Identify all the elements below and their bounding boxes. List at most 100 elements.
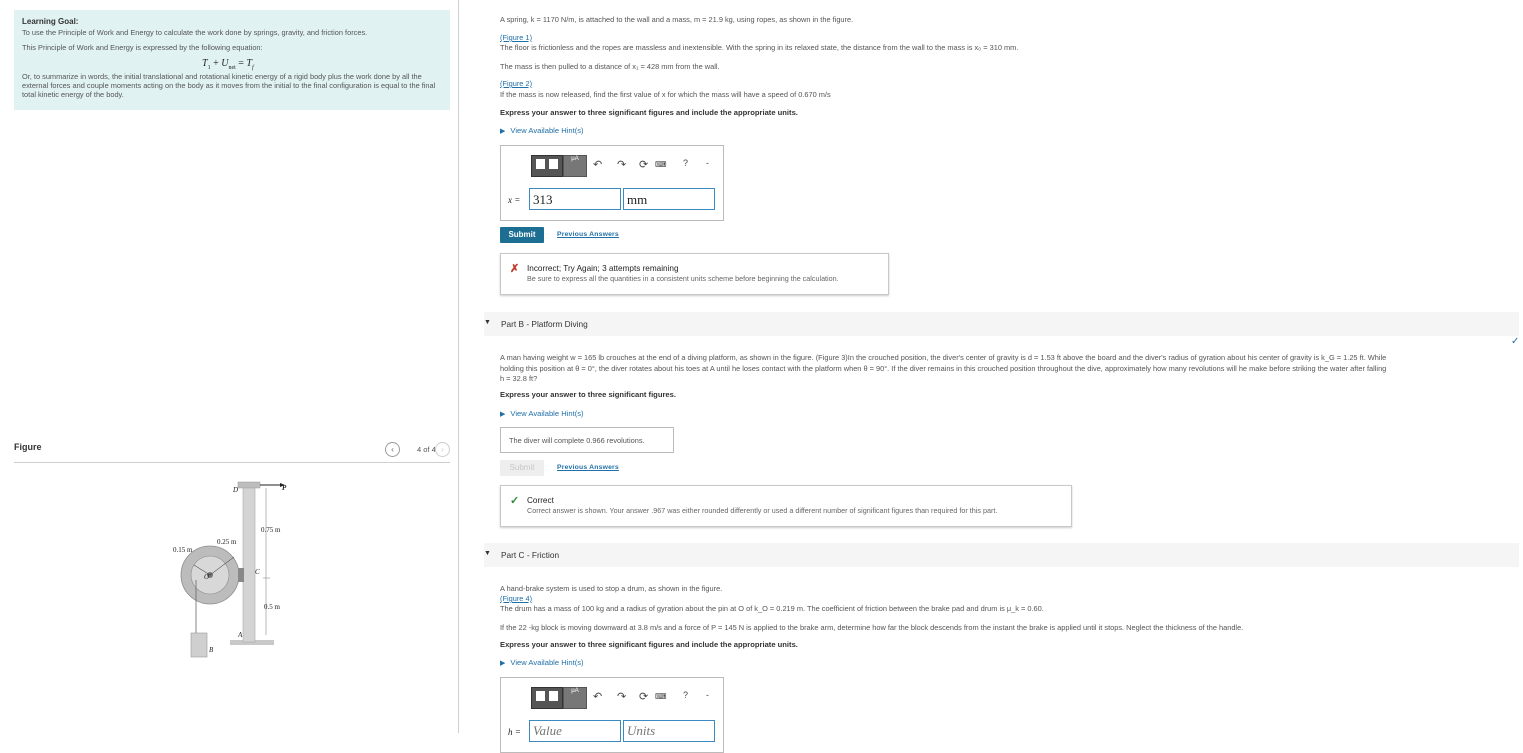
- part-a-text2: The floor is frictionless and the ropes …: [500, 43, 1019, 52]
- label-a: A: [237, 631, 243, 639]
- more-icon[interactable]: -: [706, 158, 709, 178]
- label-len1: 0.75 m: [261, 526, 281, 534]
- label-d: D: [232, 486, 238, 494]
- label-c: C: [255, 568, 260, 576]
- part-b-feedback: ✓ Correct Correct answer is shown. Your …: [500, 485, 1072, 527]
- templates-button[interactable]: [531, 155, 563, 177]
- brake-pad: [238, 568, 244, 582]
- part-a-feedback: ✗ Incorrect; Try Again; 3 attempts remai…: [500, 253, 889, 295]
- figure1-link[interactable]: (Figure 1): [500, 33, 532, 42]
- templates-button[interactable]: [531, 687, 563, 709]
- chevron-left-icon: ‹: [391, 445, 394, 454]
- part-c-var-label: h =: [508, 727, 521, 737]
- symbols-button[interactable]: μA: [563, 155, 587, 177]
- left-panel: Learning Goal: To use the Principle of W…: [0, 0, 459, 733]
- previous-figure-button[interactable]: ‹: [385, 442, 400, 457]
- brake-handle: [237, 481, 261, 489]
- part-a-text3: The mass is then pulled to a distance of…: [500, 62, 720, 71]
- learning-goal-line1: To use the Principle of Work and Energy …: [22, 28, 368, 37]
- more-icon[interactable]: -: [706, 690, 709, 710]
- next-figure-button[interactable]: ›: [435, 442, 450, 457]
- part-c-header[interactable]: ▼ Part C - Friction: [484, 543, 1519, 567]
- part-b-feedback-title: Correct: [527, 496, 554, 505]
- reset-icon[interactable]: ⟳: [639, 158, 648, 178]
- figure-label: Figure: [14, 442, 42, 452]
- part-a-feedback-title: Incorrect; Try Again; 3 attempts remaini…: [527, 264, 679, 273]
- part-a-feedback-text: Be sure to express all the quantities in…: [527, 274, 839, 283]
- label-p: P: [282, 484, 287, 492]
- caret-right-icon: ▶: [500, 128, 506, 135]
- label-o: O: [204, 573, 209, 581]
- part-a-instruction: Express your answer to three significant…: [500, 108, 798, 117]
- redo-icon[interactable]: ↷: [617, 158, 626, 178]
- part-a-submit-button[interactable]: Submit: [500, 227, 544, 243]
- hint-label: View Available Hint(s): [510, 126, 584, 135]
- part-c-text3: If the 22 -kg block is moving downward a…: [500, 623, 1244, 632]
- caret-down-icon: ▼: [484, 319, 491, 326]
- undo-icon[interactable]: ↶: [593, 690, 602, 710]
- keyboard-icon[interactable]: ⌨: [655, 160, 667, 180]
- part-a-text1: A spring, k = 1170 N/m, is attached to t…: [500, 15, 854, 24]
- hint-label: View Available Hint(s): [510, 409, 584, 418]
- learning-goal-summary: Or, to summarize in words, the initial t…: [22, 72, 436, 99]
- undo-icon[interactable]: ↶: [593, 158, 602, 178]
- part-b-text2: holding this position at θ = 0°, the div…: [500, 364, 1387, 373]
- brake-arm: [242, 483, 256, 643]
- part-c-text1: A hand-brake system is used to stop a dr…: [500, 584, 723, 593]
- learning-goal-box: Learning Goal: To use the Principle of W…: [14, 10, 450, 110]
- part-a-answer-box: μA ↶ ↷ ⟳ ⌨ ? - x = 313 mm: [500, 145, 724, 221]
- part-a-hint-toggle[interactable]: ▶ View Available Hint(s): [500, 126, 584, 135]
- part-c-units-input[interactable]: [623, 720, 715, 742]
- figure-header: Figure ‹ 4 of 4 ›: [14, 438, 450, 463]
- part-b-answer-box: The diver will complete 0.966 revolution…: [500, 427, 674, 453]
- part-c-answer-box: μA ↶ ↷ ⟳ ⌨ ? - h =: [500, 677, 724, 753]
- part-b-complete-check-icon: ✓: [1511, 336, 1520, 347]
- caret-right-icon: ▶: [500, 660, 506, 667]
- part-b-submit-button[interactable]: Submit: [500, 460, 544, 476]
- part-c-text2: The drum has a mass of 100 kg and a radi…: [500, 604, 1044, 613]
- redo-icon[interactable]: ↷: [617, 690, 626, 710]
- part-c-title: Part C - Friction: [501, 550, 560, 560]
- part-a-var-label: x =: [508, 195, 521, 205]
- brake-drum-figure: D P 0.75 m 0.25 m 0.15 m O C 0.5 m A B: [173, 481, 287, 658]
- learning-goal-line2: This Principle of Work and Energy is exp…: [22, 43, 263, 52]
- part-b-feedback-text: Correct answer is shown. Your answer .96…: [527, 506, 998, 515]
- label-b: B: [209, 646, 214, 654]
- part-a-previous-answers-link[interactable]: Previous Answers: [557, 231, 619, 238]
- part-a-units-input[interactable]: mm: [623, 188, 715, 210]
- caret-right-icon: ▶: [500, 411, 506, 418]
- part-b-header[interactable]: ▼ Part B - Platform Diving: [484, 312, 1519, 336]
- work-energy-equation: T1 + Unet = Tf: [202, 58, 254, 71]
- keyboard-icon[interactable]: ⌨: [655, 692, 667, 712]
- figure4-link[interactable]: (Figure 4): [500, 594, 532, 603]
- part-b-hint-toggle[interactable]: ▶ View Available Hint(s): [500, 409, 584, 418]
- label-len2: 0.5 m: [264, 603, 281, 611]
- caret-down-icon: ▼: [484, 550, 491, 557]
- part-b-text1: A man having weight w = 165 lb crouches …: [500, 353, 1387, 362]
- part-b-title: Part B - Platform Diving: [501, 319, 588, 329]
- part-a-value-input[interactable]: 313: [529, 188, 621, 210]
- learning-goal-title: Learning Goal:: [22, 17, 79, 26]
- problem-panel: A spring, k = 1170 N/m, is attached to t…: [476, 0, 1523, 753]
- label-r-inner: 0.15 m: [173, 546, 193, 554]
- figure-counter: 4 of 4: [417, 445, 436, 454]
- incorrect-x-icon: ✗: [510, 263, 520, 275]
- help-icon[interactable]: ?: [683, 158, 688, 178]
- reset-icon[interactable]: ⟳: [639, 690, 648, 710]
- part-b-text3: h = 32.8 ft?: [500, 374, 538, 383]
- correct-check-icon: ✓: [510, 495, 520, 507]
- part-c-hint-toggle[interactable]: ▶ View Available Hint(s): [500, 658, 584, 667]
- chevron-right-icon: ›: [441, 445, 444, 454]
- part-a-text4: If the mass is now released, find the fi…: [500, 90, 831, 99]
- label-r-outer: 0.25 m: [217, 538, 237, 546]
- part-b-answer-text: The diver will complete 0.966 revolution…: [509, 436, 645, 445]
- help-icon[interactable]: ?: [683, 690, 688, 710]
- part-b-previous-answers-link[interactable]: Previous Answers: [557, 464, 619, 471]
- hint-label: View Available Hint(s): [510, 658, 584, 667]
- part-c-value-input[interactable]: [529, 720, 621, 742]
- part-c-instruction: Express your answer to three significant…: [500, 640, 798, 649]
- figure2-link[interactable]: (Figure 2): [500, 79, 532, 88]
- hanging-block: [190, 632, 208, 658]
- symbols-button[interactable]: μA: [563, 687, 587, 709]
- part-b-instruction: Express your answer to three significant…: [500, 390, 676, 399]
